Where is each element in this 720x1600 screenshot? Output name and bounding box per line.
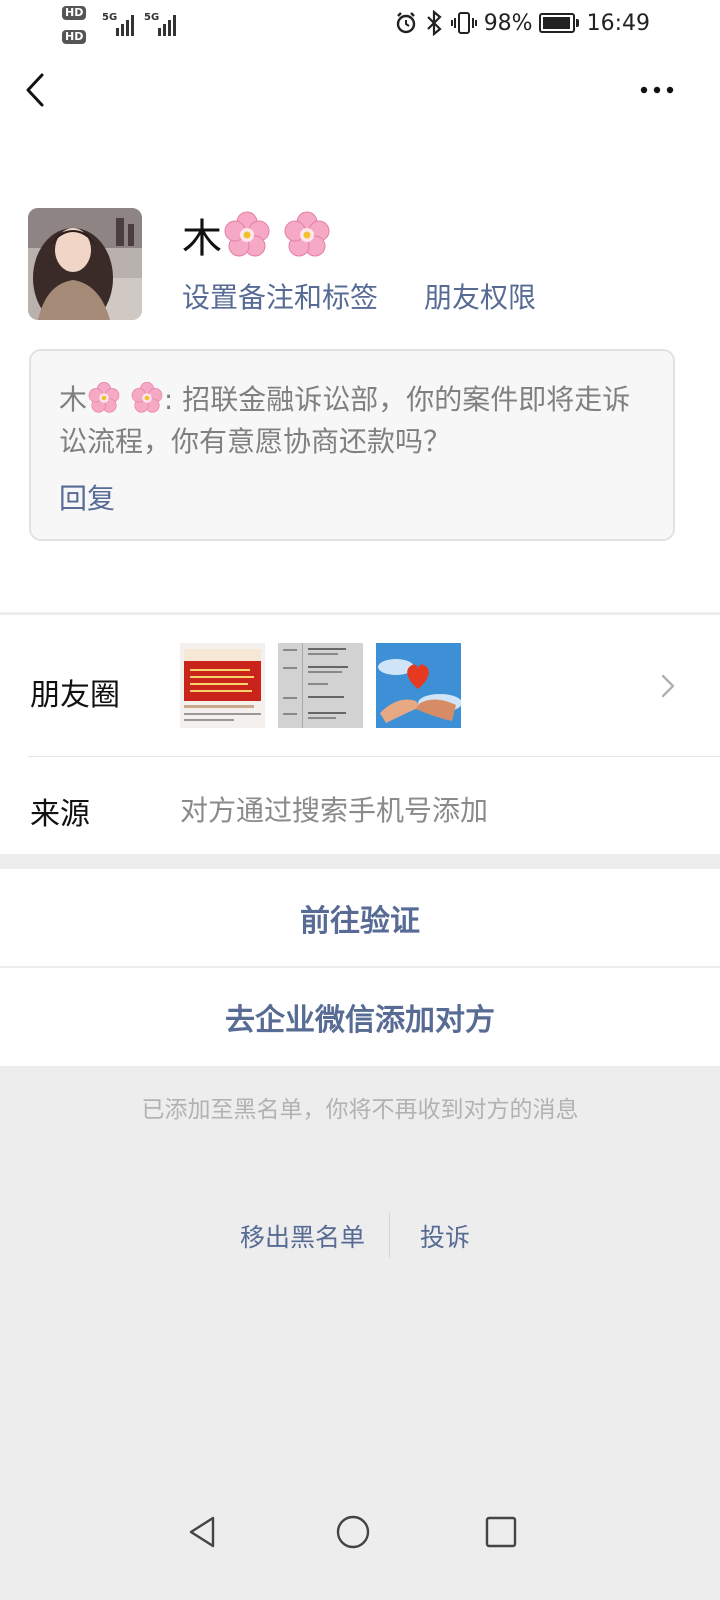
cherry-blossom-icon: [224, 211, 270, 257]
footer-links: 移出黑名单 投诉: [0, 1212, 720, 1258]
verify-button[interactable]: 前往验证: [0, 869, 720, 966]
battery-percent: 98%: [483, 10, 533, 36]
system-nav-bar: [0, 1490, 720, 1570]
moments-thumbnail: [278, 643, 363, 728]
source-label: 来源: [30, 797, 90, 832]
signal-icon: 5G: [102, 12, 134, 36]
nickname: 木: [182, 206, 332, 264]
moments-thumbnail: [376, 643, 461, 728]
set-remark-link[interactable]: 设置备注和标签: [182, 276, 378, 316]
svg-text:5G: 5G: [102, 12, 117, 23]
verify-message: 木 : 招联金融诉讼部，你的案件即将走诉讼流程，你有意愿协商还款吗？: [59, 379, 639, 463]
nav-home-icon[interactable]: [333, 1512, 373, 1552]
hd-badge: HD: [62, 30, 87, 44]
divider: [28, 756, 720, 757]
avatar[interactable]: [28, 208, 142, 320]
status-icons: 98% 16:49: [394, 10, 650, 36]
nav-recents-icon[interactable]: [481, 1512, 521, 1552]
friend-permission-link[interactable]: 朋友权限: [424, 276, 536, 316]
verify-message-card: 木 : 招联金融诉讼部，你的案件即将走诉讼流程，你有意愿协商还款吗？ 回复: [29, 349, 675, 541]
back-icon[interactable]: [18, 70, 58, 110]
source-value: 对方通过搜索手机号添加: [180, 794, 489, 827]
clock: 16:49: [586, 10, 650, 36]
svg-text:5G: 5G: [144, 12, 159, 23]
info-card: 朋友圈 来源 对方通过搜索手机号添加: [0, 615, 720, 854]
blacklist-notice: 已添加至黑名单，你将不再收到对方的消息: [141, 1097, 579, 1123]
message-sender: 木: [59, 383, 88, 416]
reply-button[interactable]: 回复: [59, 477, 115, 517]
battery-icon: [538, 13, 579, 33]
cherry-blossom-icon: [131, 382, 163, 413]
divider: [389, 1212, 390, 1258]
signal-icon: 5G: [144, 12, 176, 36]
status-bar: HD HD 5G 5G 98% 16:49: [0, 0, 720, 50]
more-icon[interactable]: [636, 78, 680, 102]
cherry-blossom-icon: [284, 211, 330, 257]
hd-badge: HD: [62, 6, 87, 20]
cherry-blossom-icon: [88, 382, 120, 413]
moments-label: 朋友圈: [30, 678, 120, 713]
nickname-text: 木: [182, 216, 222, 262]
alarm-icon: [396, 12, 415, 34]
remove-blacklist-link[interactable]: 移出黑名单: [240, 1218, 365, 1254]
nav-back-icon[interactable]: [183, 1512, 223, 1552]
moments-thumbnail: [180, 643, 265, 728]
complain-link[interactable]: 投诉: [420, 1218, 470, 1254]
chevron-right-icon: [661, 674, 675, 698]
wework-add-button[interactable]: 去企业微信添加对方: [0, 968, 720, 1066]
bluetooth-icon: [426, 10, 442, 36]
vibrate-icon: [450, 12, 477, 34]
